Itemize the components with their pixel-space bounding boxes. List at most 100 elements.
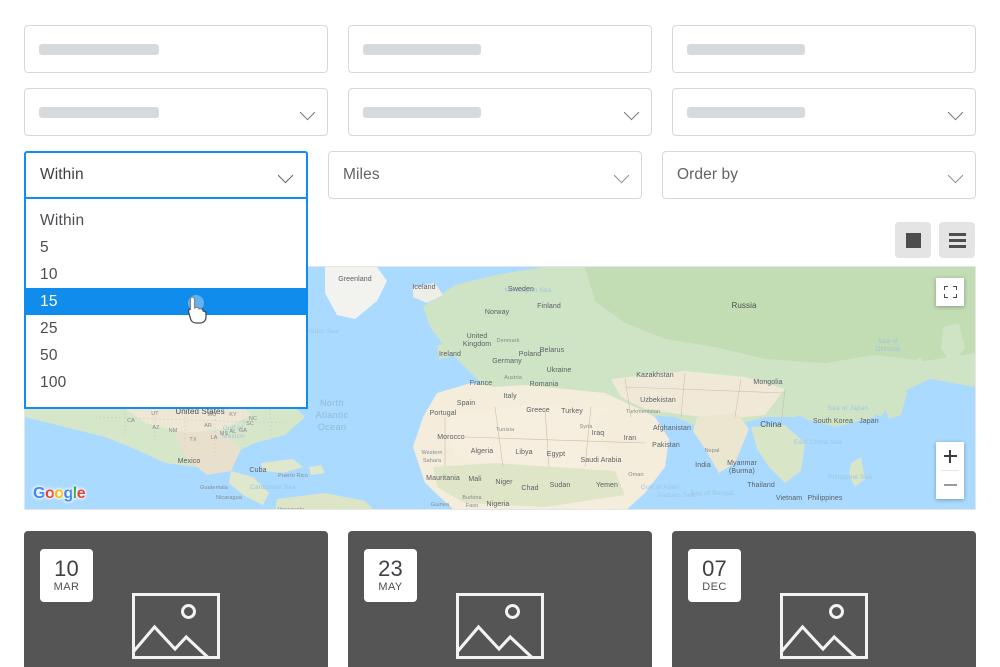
search-input-3[interactable] [672,25,976,73]
chevron-down-icon [278,168,294,184]
country-label: Ireland [439,351,461,359]
search-input-1[interactable] [24,25,328,73]
select-placeholder-3[interactable] [672,88,976,136]
logo-letter: o [45,485,54,502]
country-label: Finland [537,303,561,311]
country-label: Romania [530,381,559,389]
country-label: Afghanistan [653,425,691,433]
within-option-3[interactable]: 15 [26,288,306,315]
select-placeholder-2[interactable] [348,88,652,136]
country-label: NC [249,415,257,423]
country-label: Guatemala [200,484,228,492]
skeleton-placeholder [687,107,805,118]
sea-label: Bay of Bengal [690,490,733,498]
country-label: Niger [495,479,512,487]
country-label: Pakistan [652,442,680,450]
country-label: India [695,462,711,470]
sea-label: Sea of Japan [828,405,869,413]
date-day: 07 [702,558,727,580]
logo-letter: e [77,485,85,502]
country-label: KY [229,411,237,419]
skeleton-placeholder [39,107,159,118]
chevron-down-icon [300,105,316,121]
country-label: Mali [468,476,481,484]
sea-label: Gulf of Aden [641,484,679,492]
country-label: Japan [859,418,879,426]
country-label: Guinea [431,501,449,509]
country-label: Turkey [561,408,583,416]
result-card[interactable]: 07 DEC [672,531,976,667]
country-label: Puerto Rico [278,472,308,480]
map-fullscreen-button[interactable] [936,278,964,306]
country-label: Thailand [747,482,775,490]
order-by-select[interactable]: Order by [662,151,976,199]
chevron-down-icon [624,105,640,121]
country-label: South Korea [813,418,853,426]
country-label: Myanmar(Burma) [727,460,757,476]
date-badge: 07 DEC [688,549,741,602]
date-badge: 10 MAR [40,549,93,602]
country-label: Saudi Arabia [581,457,622,465]
select-placeholder-1[interactable] [24,88,328,136]
country-label: Turkmenistan [626,408,660,416]
within-select-wrapper: Within Within 5 10 15 25 50 100 [24,151,308,199]
country-label: UnitedKingdom [463,333,491,349]
image-placeholder-icon [132,593,220,659]
date-month: MAY [378,580,402,594]
chevron-down-icon [614,168,630,184]
sea-label: Sea ofOkhotsk [875,338,900,354]
search-input-2[interactable] [348,25,652,73]
country-label: AL [230,428,237,436]
date-month: DEC [702,580,726,594]
country-label: Ukraine [547,367,572,375]
within-select[interactable]: Within [24,151,308,199]
results-card-grid: 10 MAR 23 MAY [0,510,1000,667]
country-label: CA [127,417,135,425]
country-label: GA [239,427,247,435]
country-label: AZ [152,424,159,432]
country-label: Sudan [550,482,571,490]
country-label: Yemen [596,482,618,490]
country-label: Denmark [496,337,519,345]
map-zoom-out-button[interactable] [936,471,964,499]
country-label: LA [211,434,218,442]
within-option-0[interactable]: Within [26,207,306,234]
country-label: Nicaragua [216,494,242,502]
country-label: China [760,421,781,429]
order-by-select-label: Order by [677,166,738,184]
grid-view-button[interactable] [895,222,931,258]
result-card[interactable]: 23 MAY [348,531,652,667]
map-zoom-in-button[interactable] [936,442,964,470]
result-card[interactable]: 10 MAR [24,531,328,667]
logo-letter: g [64,485,73,502]
country-label: Kazakhstan [636,372,674,380]
chevron-down-icon [948,105,964,121]
within-option-4[interactable]: 25 [26,315,306,342]
country-label: Germany [492,358,522,366]
country-label: MO [207,411,216,419]
sea-label: Philippine Sea [828,474,872,482]
country-label: Poland [519,351,541,359]
square-icon [906,233,921,248]
within-option-5[interactable]: 50 [26,342,306,369]
within-option-6[interactable]: 100 [26,369,306,396]
skeleton-placeholder [39,44,159,55]
logo-letter: o [54,485,63,502]
country-label: Norway [485,309,509,317]
country-label: Uzbekistan [640,397,676,405]
country-label: Belarus [540,347,564,355]
list-view-button[interactable] [939,222,975,258]
image-placeholder-icon [780,593,868,659]
country-label: Philippines [808,495,843,503]
country-label: France [470,380,492,388]
list-icon [949,233,966,248]
units-select[interactable]: Miles [328,151,642,199]
filter-row-2 [24,88,976,136]
sea-label: Arabian Sea [657,492,695,500]
filter-panel: Within Within 5 10 15 25 50 100 Miles [0,0,1000,199]
country-label: Libya [515,449,532,457]
country-label: Morocco [437,434,465,442]
within-option-2[interactable]: 10 [26,261,306,288]
sea-label: East China Sea [794,439,842,447]
within-option-1[interactable]: 5 [26,234,306,261]
